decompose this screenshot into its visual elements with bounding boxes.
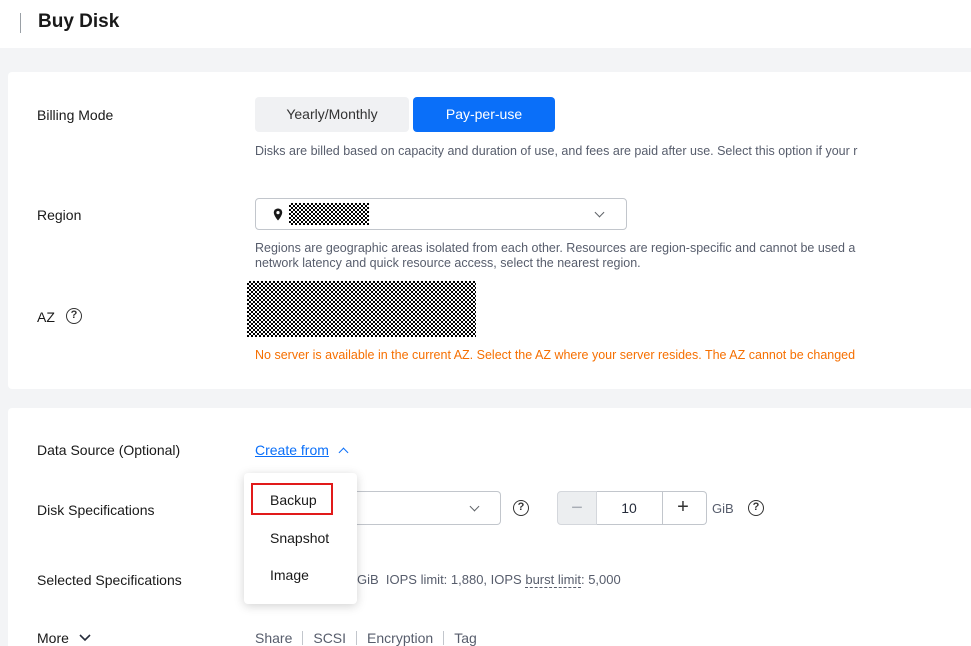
az-options-redacted[interactable] xyxy=(247,281,476,337)
chevron-down-icon xyxy=(79,634,91,642)
billing-mode-tip: Disks are billed based on capacity and d… xyxy=(255,144,858,158)
dropdown-item-image[interactable]: Image xyxy=(270,567,309,583)
az-label: AZ xyxy=(37,309,55,325)
data-source-label: Data Source (Optional) xyxy=(37,442,181,458)
location-pin-icon xyxy=(273,208,283,221)
tab-tag[interactable]: Tag xyxy=(454,630,477,646)
tab-share[interactable]: Share xyxy=(255,630,292,646)
more-tabs: Share SCSI Encryption Tag xyxy=(255,630,477,646)
create-from-dropdown: Backup Snapshot Image xyxy=(244,473,357,604)
page-title: Buy Disk xyxy=(38,11,120,32)
region-select[interactable] xyxy=(255,198,627,230)
spec-burst-value: : 5,000 xyxy=(580,572,621,587)
selected-specifications-value: GiB IOPS limit: 1,880, IOPS burst limit:… xyxy=(357,572,621,588)
capacity-input[interactable]: 10 xyxy=(597,491,661,525)
capacity-increase-button[interactable]: + xyxy=(662,491,703,525)
billing-yearly-monthly-button[interactable]: Yearly/Monthly xyxy=(255,97,409,132)
tab-divider xyxy=(443,631,445,645)
capacity-decrease-button[interactable]: − xyxy=(557,491,597,525)
dropdown-item-backup[interactable]: Backup xyxy=(270,492,317,508)
chevron-down-icon xyxy=(594,207,605,218)
region-tip-line2: network latency and quick resource acces… xyxy=(255,256,641,270)
disk-type-help-icon[interactable]: ? xyxy=(513,500,529,516)
az-warning: No server is available in the current AZ… xyxy=(255,348,856,362)
az-help-icon[interactable]: ? xyxy=(66,308,82,324)
tab-scsi[interactable]: SCSI xyxy=(313,630,346,646)
tab-divider xyxy=(356,631,358,645)
title-divider xyxy=(20,13,21,33)
billing-pay-per-use-button[interactable]: Pay-per-use xyxy=(413,97,555,132)
capacity-help-icon[interactable]: ? xyxy=(748,500,764,516)
burst-limit-term[interactable]: burst limit xyxy=(525,572,581,588)
spec-iops-text: GiB IOPS limit: 1,880, IOPS xyxy=(357,572,526,587)
selected-specifications-label: Selected Specifications xyxy=(37,572,182,588)
page-header: Buy Disk xyxy=(0,0,971,48)
tab-divider xyxy=(302,631,304,645)
tab-encryption[interactable]: Encryption xyxy=(367,630,433,646)
dropdown-item-snapshot[interactable]: Snapshot xyxy=(270,530,329,546)
region-tip-line1: Regions are geographic areas isolated fr… xyxy=(255,241,856,255)
disk-type-select[interactable] xyxy=(344,491,501,525)
billing-mode-label: Billing Mode xyxy=(37,107,114,123)
create-from-link[interactable]: Create from xyxy=(255,442,329,458)
more-label: More xyxy=(37,630,69,646)
more-toggle[interactable]: More xyxy=(37,630,91,646)
region-value-redacted xyxy=(289,203,369,225)
capacity-stepper: − 10 + xyxy=(557,491,707,525)
capacity-unit: GiB xyxy=(712,501,734,516)
region-label: Region xyxy=(37,207,82,223)
disk-specifications-label: Disk Specifications xyxy=(37,502,155,518)
chevron-down-icon xyxy=(469,501,480,512)
